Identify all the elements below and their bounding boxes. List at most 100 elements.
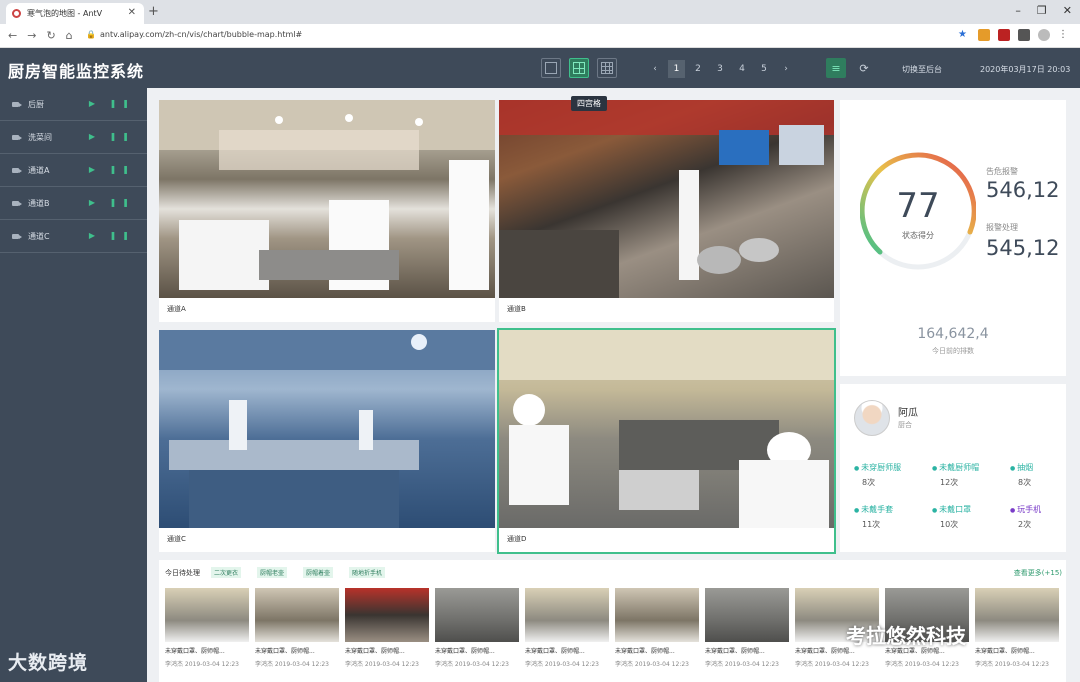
reload-icon[interactable]: ↻ <box>46 29 55 42</box>
camera-cell-a[interactable]: 通道A <box>159 100 495 322</box>
record-item[interactable]: 未穿戴口罩、厨师帽... 李鸿杰 2019-03-04 12:23 <box>525 588 611 678</box>
record-item[interactable]: 未穿戴口罩、厨师帽... 李鸿杰 2019-03-04 12:23 <box>255 588 341 678</box>
record-title: 未穿戴口罩、厨师帽... <box>165 648 225 655</box>
close-window-icon[interactable]: ✕ <box>1063 4 1072 17</box>
camera-label: 通道A <box>167 305 186 313</box>
list-view-button[interactable]: ≡ <box>826 58 846 78</box>
record-meta: 李鸿杰 2019-03-04 12:23 <box>975 661 1049 668</box>
record-tag[interactable]: 厨帽老壶 <box>257 567 288 578</box>
layout-nine-button[interactable] <box>597 58 617 78</box>
profile-icon[interactable] <box>1038 29 1050 41</box>
layout-quad-button[interactable] <box>569 58 589 78</box>
page-4[interactable]: 4 <box>731 60 753 78</box>
minimize-icon[interactable]: – <box>1015 4 1021 17</box>
violation-name: 未戴厨师帽 <box>932 463 979 472</box>
score-gauge: 77 状态得分 <box>859 144 977 278</box>
play-pause-icon[interactable]: ▶ ❚❚ <box>89 132 135 141</box>
status-card: 77 状态得分 告危报警 546,12 报警处理 545,12 164,642,… <box>840 100 1066 376</box>
kitchen-scene-d <box>499 330 834 528</box>
handled-value: 545,12 <box>986 236 1060 260</box>
pagination: ‹ 1 2 3 4 5 › <box>644 60 797 78</box>
record-item[interactable]: 未穿戴口罩、厨师帽... 李鸿杰 2019-03-04 12:23 <box>435 588 521 678</box>
extension-icon[interactable] <box>978 29 990 41</box>
pdf-extension-icon[interactable] <box>998 29 1010 41</box>
record-item[interactable]: 未穿戴口罩、厨师帽... 李鸿杰 2019-03-04 12:23 <box>615 588 701 678</box>
score-value: 77 <box>896 186 940 226</box>
record-tag[interactable]: 随地折手机 <box>349 567 386 578</box>
record-tag[interactable]: 二次更衣 <box>211 567 242 578</box>
page-5[interactable]: 5 <box>753 60 775 78</box>
new-tab-icon[interactable]: + <box>148 4 159 19</box>
sidebar-item-kitchen[interactable]: 后厨 ▶ ❚❚ <box>0 88 147 121</box>
kitchen-scene-b <box>499 100 834 298</box>
record-meta: 李鸿杰 2019-03-04 12:23 <box>345 661 419 668</box>
record-item[interactable]: 未穿戴口罩、厨师帽... 李鸿杰 2019-03-04 12:23 <box>705 588 791 678</box>
camera-cell-d[interactable]: 通道D <box>497 328 836 554</box>
record-thumbnail <box>255 588 339 642</box>
page-2[interactable]: 2 <box>687 60 709 78</box>
kitchen-scene-c <box>159 330 495 528</box>
camera-cell-c[interactable]: 通道C <box>159 330 495 552</box>
layout-single-button[interactable] <box>541 58 561 78</box>
score-label: 状态得分 <box>902 231 934 240</box>
close-tab-icon[interactable]: ✕ <box>128 7 136 18</box>
next-page-icon[interactable]: › <box>775 60 797 78</box>
sidebar-item-channel-b[interactable]: 通道B ▶ ❚❚ <box>0 187 147 220</box>
record-meta: 李鸿杰 2019-03-04 12:23 <box>165 661 239 668</box>
violation-name: 未戴口罩 <box>932 505 971 514</box>
record-title: 未穿戴口罩、厨师帽... <box>345 648 405 655</box>
list-icon: ≡ <box>831 61 841 75</box>
browser-tab[interactable]: 寒气泡的地图 - AntV ✕ <box>6 3 144 24</box>
address-bar: ← → ↻ ⌂ 🔒 antv.alipay.com/zh-cn/vis/chart… <box>0 24 1080 48</box>
prev-page-icon[interactable]: ‹ <box>644 60 666 78</box>
record-meta: 李鸿杰 2019-03-04 12:23 <box>255 661 329 668</box>
extension-icon[interactable] <box>1018 29 1030 41</box>
play-pause-icon[interactable]: ▶ ❚❚ <box>89 165 135 174</box>
forward-icon[interactable]: → <box>27 29 36 42</box>
play-pause-icon[interactable]: ▶ ❚❚ <box>89 198 135 207</box>
violation-name: 玩手机 <box>1010 505 1041 514</box>
page-3[interactable]: 3 <box>709 60 731 78</box>
refresh-button[interactable]: ⟳ <box>854 58 874 78</box>
view-controls: ≡ ⟳ <box>826 58 874 78</box>
view-more-link[interactable]: 查看更多(+15) <box>1014 568 1062 578</box>
star-icon[interactable]: ★ <box>958 29 970 41</box>
page-1[interactable]: 1 <box>668 60 685 78</box>
play-pause-icon[interactable]: ▶ ❚❚ <box>89 99 135 108</box>
record-tag[interactable]: 厨帽着壶 <box>303 567 334 578</box>
record-thumbnail <box>705 588 789 642</box>
play-pause-icon[interactable]: ▶ ❚❚ <box>89 231 135 240</box>
back-icon[interactable]: ← <box>8 29 17 42</box>
violation-count: 8次 <box>1018 478 1032 487</box>
home-icon[interactable]: ⌂ <box>66 29 73 42</box>
app-header: 厨房智能监控系统 ‹ 1 2 3 4 5 › ≡ ⟳ 切换至后台 2020年03… <box>0 48 1080 88</box>
records-title: 今日待处理 <box>165 569 200 577</box>
violation-count: 11次 <box>862 520 881 529</box>
record-item[interactable]: 未穿戴口罩、厨师帽... 李鸿杰 2019-03-04 12:23 <box>165 588 251 678</box>
record-item[interactable]: 未穿戴口罩、厨师帽... 李鸿杰 2019-03-04 12:23 <box>975 588 1061 678</box>
record-meta: 李鸿杰 2019-03-04 12:23 <box>795 661 869 668</box>
record-item[interactable]: 未穿戴口罩、厨师帽... 李鸿杰 2019-03-04 12:23 <box>345 588 431 678</box>
camera-cell-b[interactable]: 通道B <box>499 100 834 322</box>
person-name: 阿瓜 <box>898 408 918 419</box>
violation-name: 抽烟 <box>1010 463 1033 472</box>
violation-name: 未穿厨师服 <box>854 463 901 472</box>
camera-icon <box>12 200 22 206</box>
extensions: ★ ⋮ <box>958 29 1070 41</box>
sidebar-item-channel-c[interactable]: 通道C ▶ ❚❚ <box>0 220 147 253</box>
record-title: 未穿戴口罩、厨师帽... <box>705 648 765 655</box>
switch-backend-link[interactable]: 切换至后台 <box>902 64 942 75</box>
record-title: 未穿戴口罩、厨师帽... <box>525 648 585 655</box>
url-field[interactable]: 🔒 antv.alipay.com/zh-cn/vis/chart/bubble-… <box>86 30 302 39</box>
layout-tooltip: 四宫格 <box>571 96 607 111</box>
record-meta: 李鸿杰 2019-03-04 12:23 <box>525 661 599 668</box>
sidebar-item-washroom[interactable]: 洗菜间 ▶ ❚❚ <box>0 121 147 154</box>
record-meta: 李鸿杰 2019-03-04 12:23 <box>705 661 779 668</box>
camera-feed-d <box>499 330 834 528</box>
menu-icon[interactable]: ⋮ <box>1058 29 1070 41</box>
maximize-icon[interactable]: ❐ <box>1037 4 1047 17</box>
sidebar-item-label: 后厨 <box>28 99 44 109</box>
sidebar-item-channel-a[interactable]: 通道A ▶ ❚❚ <box>0 154 147 187</box>
violation-count: 10次 <box>940 520 959 529</box>
record-meta: 李鸿杰 2019-03-04 12:23 <box>615 661 689 668</box>
